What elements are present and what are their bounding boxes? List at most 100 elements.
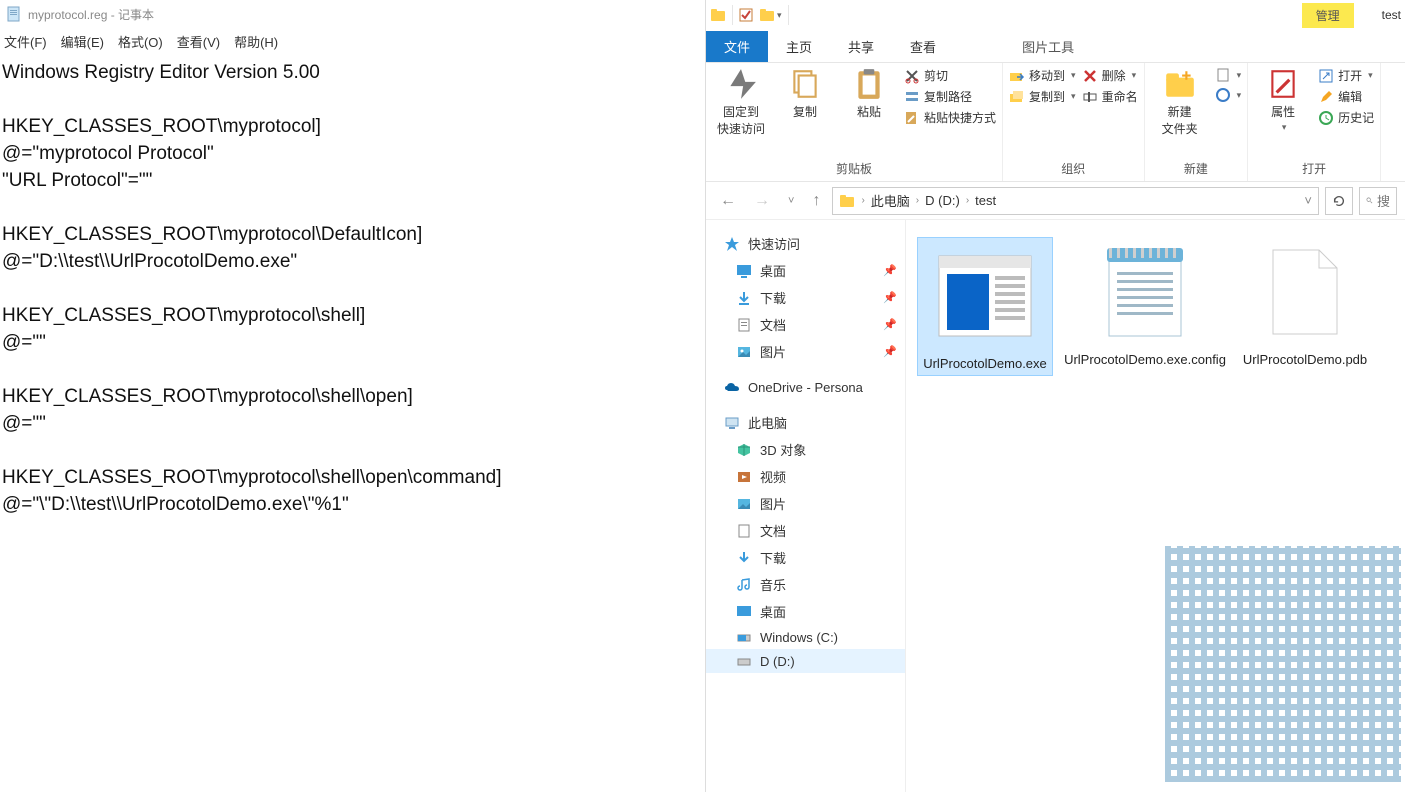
move-to-button[interactable]: 移动到▾ bbox=[1009, 67, 1076, 84]
easy-access-button[interactable]: ▾ bbox=[1215, 87, 1242, 103]
breadcrumb-folder[interactable]: test bbox=[975, 193, 996, 208]
edit-button[interactable]: 编辑 bbox=[1318, 88, 1374, 105]
music-icon bbox=[736, 577, 752, 593]
breadcrumb-separator[interactable]: › bbox=[966, 195, 969, 206]
download-icon bbox=[736, 550, 752, 566]
refresh-button[interactable] bbox=[1325, 187, 1353, 215]
explorer-window: ▾ 管理 test 文件 主页 共享 查看 图片工具 固定到 快速访问 复制 bbox=[706, 0, 1405, 792]
notepad-text-area[interactable]: Windows Registry Editor Version 5.00 HKE… bbox=[0, 54, 705, 792]
copy-button[interactable]: 复制 bbox=[776, 67, 834, 120]
drive-icon bbox=[736, 653, 752, 669]
menu-view[interactable]: 查看(V) bbox=[177, 32, 220, 51]
notepad-menu: 文件(F) 编辑(E) 格式(O) 查看(V) 帮助(H) bbox=[0, 28, 705, 54]
notepad-file-icon bbox=[1091, 238, 1199, 346]
nav-pictures[interactable]: 图片📌 bbox=[706, 338, 905, 365]
tab-file[interactable]: 文件 bbox=[706, 31, 768, 62]
ribbon-group-open: 属性 ▾ 打开▾ 编辑 历史记 打开 bbox=[1248, 63, 1381, 181]
nav-music[interactable]: 音乐 bbox=[706, 571, 905, 598]
file-item-config[interactable]: UrlProcotolDemo.exe.config bbox=[1078, 238, 1212, 367]
up-button[interactable]: ↑ bbox=[806, 192, 826, 210]
breadcrumb-thispc[interactable]: 此电脑 bbox=[871, 191, 910, 210]
pc-icon bbox=[724, 415, 740, 431]
properties-button[interactable]: 属性 ▾ bbox=[1254, 67, 1312, 133]
navigation-pane: 快速访问 桌面📌 下载📌 文档📌 图片📌 OneDrive - Persona … bbox=[706, 220, 906, 792]
nav-pictures2[interactable]: 图片 bbox=[706, 490, 905, 517]
open-button[interactable]: 打开▾ bbox=[1318, 67, 1374, 84]
menu-format[interactable]: 格式(O) bbox=[118, 32, 163, 51]
pin-icon: 📌 bbox=[883, 345, 897, 358]
file-item-exe[interactable]: UrlProcotolDemo.exe bbox=[918, 238, 1052, 375]
nav-onedrive[interactable]: OneDrive - Persona bbox=[706, 375, 905, 399]
nav-desktop2[interactable]: 桌面 bbox=[706, 598, 905, 625]
download-icon bbox=[736, 290, 752, 306]
star-icon bbox=[724, 236, 740, 252]
breadcrumb-separator[interactable]: › bbox=[916, 195, 919, 206]
copy-path-button[interactable]: 复制路径 bbox=[904, 88, 996, 105]
tab-view[interactable]: 查看 bbox=[892, 31, 954, 62]
tab-home[interactable]: 主页 bbox=[768, 31, 830, 62]
manage-context-tab[interactable]: 管理 bbox=[1302, 3, 1354, 28]
menu-file[interactable]: 文件(F) bbox=[4, 32, 47, 51]
folder-icon bbox=[839, 193, 855, 209]
explorer-body: 快速访问 桌面📌 下载📌 文档📌 图片📌 OneDrive - Persona … bbox=[706, 220, 1405, 792]
search-icon bbox=[1366, 194, 1373, 207]
menu-help[interactable]: 帮助(H) bbox=[234, 32, 278, 51]
chevron-down-icon[interactable]: ▾ bbox=[777, 10, 782, 21]
nav-downloads[interactable]: 下载📌 bbox=[706, 284, 905, 311]
file-name-label: UrlProcotolDemo.pdb bbox=[1243, 352, 1367, 367]
pin-icon: 📌 bbox=[883, 264, 897, 277]
chevron-down-icon: ▾ bbox=[1237, 70, 1242, 81]
tab-share[interactable]: 共享 bbox=[830, 31, 892, 62]
file-name-label: UrlProcotolDemo.exe bbox=[923, 356, 1047, 371]
nav-videos[interactable]: 视频 bbox=[706, 463, 905, 490]
paste-button[interactable]: 粘贴 bbox=[840, 67, 898, 120]
breadcrumb-drive[interactable]: D (D:) bbox=[925, 193, 960, 208]
folder-quick-icon[interactable] bbox=[759, 7, 775, 23]
check-icon[interactable] bbox=[739, 8, 753, 22]
ribbon-tabs: 文件 主页 共享 查看 图片工具 bbox=[706, 30, 1405, 62]
pin-to-quick-access-button[interactable]: 固定到 快速访问 bbox=[712, 67, 770, 137]
recent-dropdown[interactable]: ˅ bbox=[782, 195, 800, 207]
nav-documents[interactable]: 文档📌 bbox=[706, 311, 905, 338]
search-box[interactable]: 搜 bbox=[1359, 187, 1397, 215]
window-title-text: test bbox=[1382, 8, 1401, 22]
address-bar[interactable]: › 此电脑 › D (D:) › test ˅ bbox=[832, 187, 1319, 215]
delete-button[interactable]: 删除▾ bbox=[1082, 67, 1138, 84]
qr-code-watermark bbox=[1165, 546, 1401, 782]
pictures-icon bbox=[736, 344, 752, 360]
nav-desktop[interactable]: 桌面📌 bbox=[706, 257, 905, 284]
new-folder-button[interactable]: 新建 文件夹 bbox=[1151, 67, 1209, 137]
rename-button[interactable]: 重命名 bbox=[1082, 88, 1138, 105]
nav-quick-access[interactable]: 快速访问 bbox=[706, 230, 905, 257]
breadcrumb-separator[interactable]: › bbox=[861, 195, 864, 206]
address-dropdown-icon[interactable]: ˅ bbox=[1304, 193, 1312, 208]
copy-to-button[interactable]: 复制到▾ bbox=[1009, 88, 1076, 105]
pictures-icon bbox=[736, 496, 752, 512]
nav-ddrive[interactable]: D (D:) bbox=[706, 649, 905, 673]
file-name-label: UrlProcotolDemo.exe.config bbox=[1064, 352, 1226, 367]
file-list-pane[interactable]: UrlProcotolDemo.exe UrlProcotolDemo.exe.… bbox=[906, 220, 1405, 792]
back-button[interactable]: ← bbox=[714, 192, 742, 210]
notepad-titlebar: myprotocol.reg - 记事本 bbox=[0, 0, 705, 28]
desktop-icon bbox=[736, 604, 752, 620]
nav-3dobjects[interactable]: 3D 对象 bbox=[706, 436, 905, 463]
chevron-down-icon: ▾ bbox=[1237, 90, 1242, 101]
refresh-icon bbox=[1332, 194, 1346, 208]
folder-icon bbox=[710, 7, 726, 23]
nav-downloads2[interactable]: 下载 bbox=[706, 544, 905, 571]
nav-cdrive[interactable]: Windows (C:) bbox=[706, 625, 905, 649]
new-item-button[interactable]: ▾ bbox=[1215, 67, 1242, 83]
file-item-pdb[interactable]: UrlProcotolDemo.pdb bbox=[1238, 238, 1372, 367]
chevron-down-icon: ▾ bbox=[1282, 122, 1287, 133]
explorer-titlebar: ▾ 管理 test bbox=[706, 0, 1405, 30]
menu-edit[interactable]: 编辑(E) bbox=[61, 32, 104, 51]
paste-shortcut-button[interactable]: 粘贴快捷方式 bbox=[904, 109, 996, 126]
cut-button[interactable]: 剪切 bbox=[904, 67, 996, 84]
tab-picture-tools[interactable]: 图片工具 bbox=[1004, 31, 1092, 62]
history-button[interactable]: 历史记 bbox=[1318, 109, 1374, 126]
chevron-down-icon: ▾ bbox=[1132, 70, 1137, 81]
forward-button[interactable]: → bbox=[748, 192, 776, 210]
nav-thispc[interactable]: 此电脑 bbox=[706, 409, 905, 436]
nav-documents2[interactable]: 文档 bbox=[706, 517, 905, 544]
chevron-down-icon: ▾ bbox=[1368, 70, 1373, 81]
